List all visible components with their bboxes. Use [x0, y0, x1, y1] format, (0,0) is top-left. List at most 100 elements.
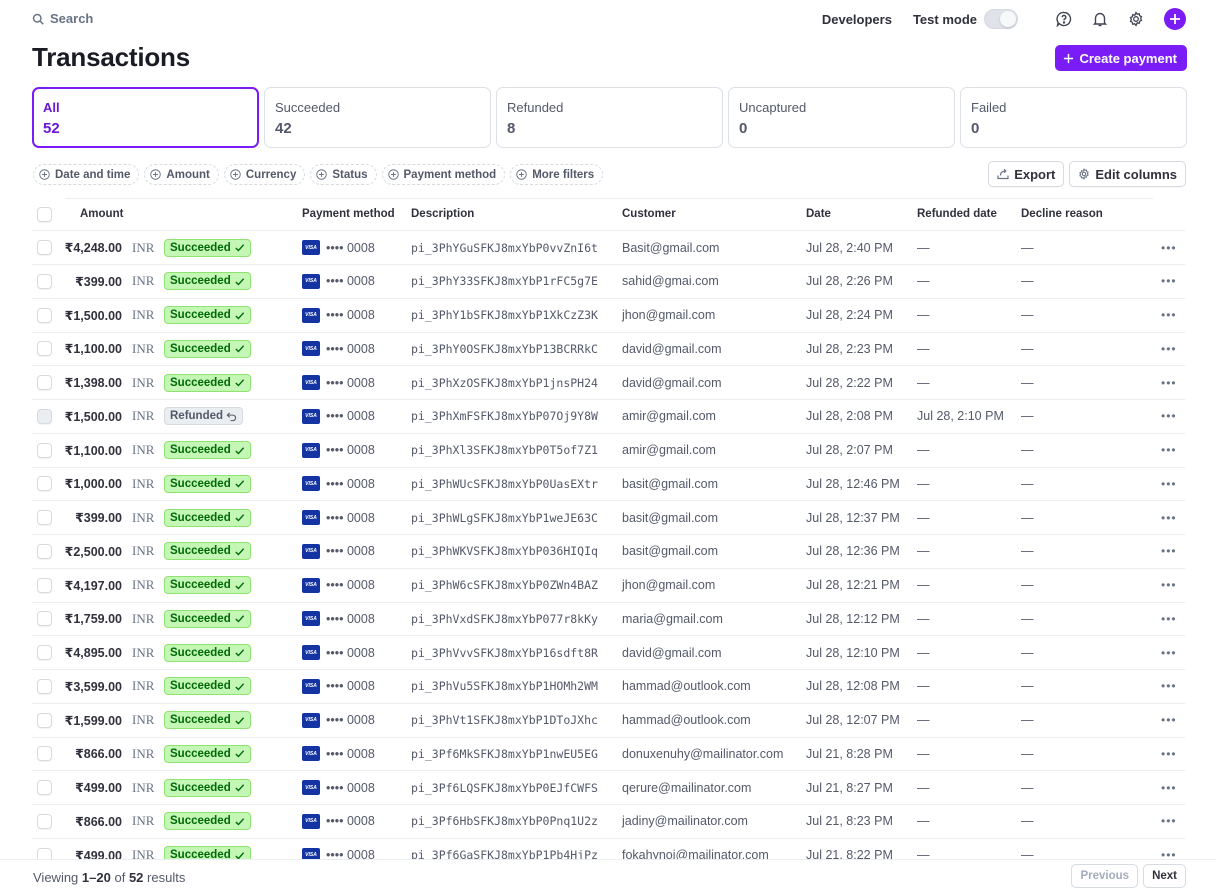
- row-checkbox[interactable]: [37, 678, 52, 694]
- row-checkbox[interactable]: [37, 273, 52, 289]
- card-last4: •••• 0008: [326, 780, 375, 795]
- table-row[interactable]: ₹4,248.00 INR Succeeded VISA •••• 0008 pi_3Ph…: [32, 231, 1185, 265]
- table-row[interactable]: ₹866.00 INR Succeeded VISA •••• 0008 pi_3Pf6H…: [32, 805, 1185, 839]
- more-actions-icon[interactable]: •••: [1161, 781, 1177, 795]
- more-actions-icon[interactable]: •••: [1161, 679, 1177, 693]
- next-page-button[interactable]: Next: [1143, 864, 1186, 888]
- filter-payment-method[interactable]: Payment method: [381, 164, 506, 185]
- table-row[interactable]: ₹1,100.00 INR Succeeded VISA •••• 0008 pi_3Ph…: [32, 434, 1185, 468]
- more-actions-icon[interactable]: •••: [1161, 308, 1177, 322]
- date: Jul 28, 12:37 PM: [806, 510, 900, 525]
- filter-date-and-time[interactable]: Date and time: [33, 164, 140, 185]
- more-actions-icon[interactable]: •••: [1161, 241, 1177, 255]
- table-row[interactable]: ₹399.00 INR Succeeded VISA •••• 0008 pi_3PhWL…: [32, 501, 1185, 535]
- row-checkbox[interactable]: [37, 645, 52, 660]
- column-header-date[interactable]: Date: [806, 208, 831, 220]
- table-row[interactable]: ₹1,398.00 INR Succeeded VISA •••• 0008 pi_3Ph…: [32, 366, 1185, 400]
- table-row[interactable]: ₹4,895.00 INR Succeeded VISA •••• 0008 pi_3Ph…: [32, 636, 1185, 670]
- table-row[interactable]: ₹499.00 INR Succeeded VISA •••• 0008 pi_3Pf6G…: [32, 839, 1185, 859]
- export-button[interactable]: Export: [988, 161, 1065, 187]
- tab-count: 0: [739, 120, 748, 137]
- table-row[interactable]: ₹1,759.00 INR Succeeded VISA •••• 0008 pi_3Ph…: [32, 602, 1185, 637]
- row-checkbox[interactable]: [37, 746, 52, 762]
- column-header-decline-reason[interactable]: Decline reason: [1021, 208, 1103, 220]
- payment-method: VISA •••• 0008: [302, 543, 375, 559]
- viewing-prefix: Viewing: [33, 870, 79, 885]
- more-actions-icon[interactable]: •••: [1161, 713, 1177, 727]
- settings-button[interactable]: [1126, 9, 1146, 29]
- table-row[interactable]: ₹1,599.00 INR Succeeded VISA •••• 0008 pi_3Ph…: [32, 704, 1185, 738]
- filter-more-filters[interactable]: More filters: [510, 164, 604, 185]
- tab-uncaptured[interactable]: Uncaptured 0: [728, 87, 955, 148]
- notifications-button[interactable]: [1090, 9, 1110, 29]
- more-actions-icon[interactable]: •••: [1161, 848, 1177, 859]
- row-checkbox[interactable]: [37, 813, 52, 829]
- tab-failed[interactable]: Failed 0: [960, 87, 1187, 148]
- filter-amount[interactable]: Amount: [144, 164, 219, 185]
- table-row[interactable]: ₹399.00 INR Succeeded VISA •••• 0008 pi_3PhY3…: [32, 265, 1185, 299]
- help-button[interactable]: [1054, 9, 1074, 29]
- test-mode-toggle[interactable]: [984, 9, 1018, 29]
- table-row[interactable]: ₹1,500.00 INR Succeeded VISA •••• 0008 pi_3Ph…: [32, 299, 1185, 333]
- row-checkbox[interactable]: [37, 510, 52, 525]
- column-header-customer[interactable]: Customer: [622, 208, 676, 220]
- visa-card-icon: VISA: [302, 240, 320, 255]
- row-checkbox[interactable]: [37, 408, 52, 424]
- filter-status[interactable]: Status: [310, 164, 377, 185]
- select-all-checkbox[interactable]: [37, 206, 52, 222]
- table-row[interactable]: ₹1,000.00 INR Succeeded VISA •••• 0008 pi_3Ph…: [32, 467, 1185, 502]
- row-checkbox[interactable]: [37, 577, 52, 593]
- row-checkbox[interactable]: [37, 712, 52, 728]
- row-checkbox[interactable]: [37, 442, 52, 458]
- quick-create-button[interactable]: [1164, 8, 1186, 30]
- column-header-refunded-date[interactable]: Refunded date: [917, 208, 997, 220]
- table-row[interactable]: ₹866.00 INR Succeeded VISA •••• 0008 pi_3Pf6M…: [32, 737, 1185, 772]
- date: Jul 28, 12:36 PM: [806, 544, 900, 559]
- filter-currency[interactable]: Currency: [223, 164, 306, 185]
- more-actions-icon[interactable]: •••: [1161, 376, 1177, 390]
- more-actions-icon[interactable]: •••: [1161, 814, 1177, 828]
- column-header-amount[interactable]: Amount: [80, 208, 123, 220]
- table-row[interactable]: ₹2,500.00 INR Succeeded VISA •••• 0008 pi_3Ph…: [32, 535, 1185, 569]
- row-checkbox[interactable]: [37, 307, 52, 323]
- customer-email: donuxenuhy@mailinator.com: [622, 746, 784, 761]
- row-checkbox[interactable]: [37, 611, 52, 627]
- column-header-payment-method[interactable]: Payment method: [302, 208, 395, 220]
- edit-columns-button[interactable]: Edit columns: [1069, 161, 1186, 187]
- visa-card-icon: VISA: [302, 543, 320, 559]
- row-checkbox[interactable]: [37, 847, 52, 859]
- more-actions-icon[interactable]: •••: [1161, 578, 1177, 592]
- more-actions-icon[interactable]: •••: [1161, 646, 1177, 660]
- developers-link[interactable]: Developers: [822, 12, 892, 27]
- column-header-description[interactable]: Description: [411, 208, 474, 220]
- search-input[interactable]: Search: [32, 11, 93, 26]
- row-checkbox[interactable]: [37, 476, 52, 492]
- row-checkbox[interactable]: [37, 341, 52, 357]
- customer-email: jadiny@mailinator.com: [622, 814, 748, 829]
- row-checkbox[interactable]: [37, 543, 52, 559]
- more-actions-icon[interactable]: •••: [1161, 747, 1177, 761]
- tab-refunded[interactable]: Refunded 8: [496, 87, 723, 148]
- table-row[interactable]: ₹1,100.00 INR Succeeded VISA •••• 0008 pi_3Ph…: [32, 332, 1185, 367]
- more-actions-icon[interactable]: •••: [1161, 477, 1177, 491]
- table-row[interactable]: ₹1,500.00 INR Refunded VISA •••• 0008 pi_3PhX…: [32, 400, 1185, 434]
- row-checkbox[interactable]: [37, 780, 52, 795]
- more-actions-icon[interactable]: •••: [1161, 511, 1177, 525]
- table-row[interactable]: ₹3,599.00 INR Succeeded VISA •••• 0008 pi_3Ph…: [32, 670, 1185, 704]
- row-checkbox[interactable]: [37, 240, 52, 255]
- previous-page-button[interactable]: Previous: [1071, 864, 1139, 888]
- table-row[interactable]: ₹499.00 INR Succeeded VISA •••• 0008 pi_3Pf6L…: [32, 771, 1185, 805]
- table-row[interactable]: ₹4,197.00 INR Succeeded VISA •••• 0008 pi_3Ph…: [32, 569, 1185, 603]
- tab-succeeded[interactable]: Succeeded 42: [264, 87, 491, 148]
- more-actions-icon[interactable]: •••: [1161, 443, 1177, 457]
- more-actions-icon[interactable]: •••: [1161, 274, 1177, 288]
- more-actions-icon[interactable]: •••: [1161, 544, 1177, 558]
- row-checkbox[interactable]: [37, 375, 52, 390]
- more-actions-icon[interactable]: •••: [1161, 409, 1177, 423]
- more-actions-icon[interactable]: •••: [1161, 612, 1177, 626]
- payment-method: VISA •••• 0008: [302, 678, 375, 694]
- check-icon: [235, 683, 244, 691]
- create-payment-button[interactable]: Create payment: [1055, 45, 1187, 71]
- more-actions-icon[interactable]: •••: [1161, 342, 1177, 356]
- tab-all[interactable]: All 52: [32, 87, 259, 148]
